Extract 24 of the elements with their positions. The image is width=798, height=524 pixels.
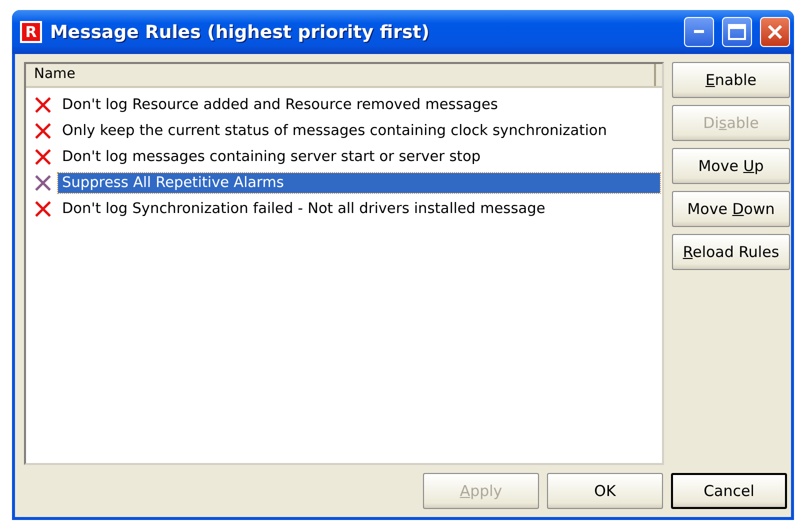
dialog-button[interactable]: OK [547, 473, 663, 509]
rule-item[interactable]: Don't log Synchronization failed - Not all drivers installed message [58, 199, 550, 219]
close-icon [767, 24, 783, 40]
action-button[interactable]: Enable [672, 62, 790, 98]
app-icon: R [20, 21, 42, 43]
maximize-icon [728, 24, 746, 40]
action-button[interactable]: Move Down [672, 191, 790, 227]
maximize-button[interactable] [722, 17, 752, 47]
dialog-button[interactable]: Cancel [671, 473, 787, 509]
rule-item[interactable]: Only keep the current status of messages containing clock synchronization [58, 121, 611, 141]
rule-item[interactable]: Suppress All Repetitive Alarms [58, 173, 660, 193]
cross-icon [34, 148, 52, 166]
close-button[interactable] [760, 17, 790, 47]
rule-item[interactable]: Don't log messages containing server start or server stop [58, 147, 485, 167]
cross-icon [34, 174, 52, 192]
window-title: Message Rules (highest priority first) [50, 22, 431, 42]
cross-icon [34, 122, 52, 140]
rule-item[interactable]: Don't log Resource added and Resource removed messages [58, 95, 502, 115]
minimize-icon [694, 30, 704, 34]
action-button[interactable]: Move Up [672, 148, 790, 184]
cross-icon [34, 96, 52, 114]
cross-icon [34, 200, 52, 218]
action-button[interactable]: Reload Rules [672, 234, 790, 270]
minimize-button[interactable] [684, 17, 714, 47]
